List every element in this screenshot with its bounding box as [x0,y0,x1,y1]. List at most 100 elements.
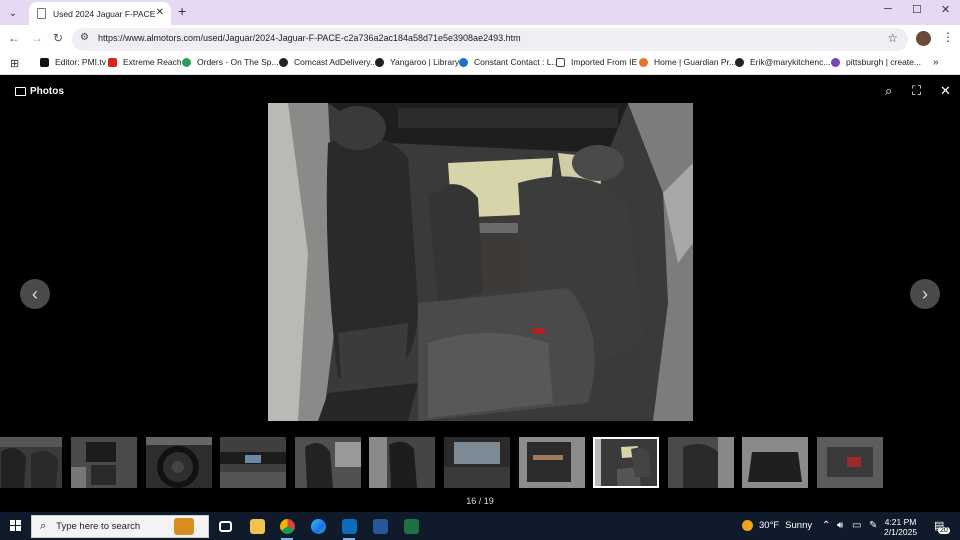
chrome-icon[interactable] [280,519,295,534]
bookmarks-overflow-icon[interactable]: » [933,57,939,68]
taskbar: ⌕ Type here to search 30°F Sunny ⌃ 🔊︎ ▭ … [0,512,960,540]
clock-date: 2/1/2025 [884,527,918,537]
bookmark-item[interactable]: Home | Guardian Pr... [639,57,736,67]
bookmark-favicon [375,57,384,67]
bookmark-item[interactable]: Constant Contact : L... [459,57,559,67]
bookmark-favicon [735,57,744,67]
bookmark-item[interactable]: Comcast AdDelivery... [279,57,377,67]
maximize-button[interactable]: ☐ [912,3,922,16]
bookmark-label: Editor: PMI.tv [55,57,107,67]
url-text[interactable]: https://www.almotors.com/used/Jaguar/202… [98,33,521,43]
address-bar[interactable]: ⚙ https://www.almotors.com/used/Jaguar/2… [72,28,908,51]
bookmark-item[interactable]: Extreme Reach [108,57,182,67]
thumbnail-cargo-cover[interactable] [817,437,883,488]
forward-button[interactable]: → [31,31,43,45]
weather-widget[interactable]: 30°F Sunny [742,520,812,531]
folder-icon [556,57,565,67]
thumbnail-cargo-area[interactable] [742,437,808,488]
main-photo[interactable] [268,103,693,421]
taskbar-search[interactable]: ⌕ Type here to search [31,515,209,538]
file-explorer-icon[interactable] [250,519,265,534]
bookmark-item[interactable]: Erik@marykitchenc... [735,57,830,67]
viewer-header: Photos [15,86,64,97]
bookmark-favicon [108,57,117,67]
weather-temp: 30°F [759,520,780,531]
bookmark-favicon [639,57,648,67]
chevron-down-icon[interactable]: ⌄ [4,4,22,22]
thumbnail-front-interior[interactable] [369,437,435,488]
volume-icon[interactable]: 🔊︎ [837,520,843,531]
screen: ⌄ Used 2024 Jaguar F-PACE For S ✕ + ─ ☐ … [0,0,960,540]
reload-button[interactable]: ↻ [53,31,63,45]
navigation-bar: ← → ↻ ⚙ https://www.almotors.com/used/Ja… [0,25,960,53]
apps-grid-icon[interactable]: ⊞ [10,57,19,70]
search-icon: ⌕ [40,520,47,532]
bookmark-folder[interactable]: Imported From IE [556,57,637,67]
word-icon[interactable] [373,519,388,534]
menu-button[interactable]: ⋮ [942,30,954,44]
photo-counter: 16 / 19 [466,496,494,506]
outlook-icon[interactable] [342,519,357,534]
site-info-icon[interactable]: ⚙ [80,32,89,43]
bookmark-label: pittsburgh | create... [846,57,921,67]
thumbnail-front-seats[interactable] [0,437,62,488]
bookmarks-bar: ⊞ Editor: PMI.tv Extreme Reach Orders - … [0,53,960,75]
thumbnail-driver-seat[interactable] [295,437,361,488]
photo-viewer: Photos ⌕ ⛶ ✕ ‹ › 16 / 19 [0,76,960,512]
thumbnail-rear-seat-side[interactable] [668,437,734,488]
tab-title: Used 2024 Jaguar F-PACE For S [53,8,157,19]
bookmark-favicon [40,57,49,67]
zoom-icon[interactable]: ⌕ [885,83,892,99]
bookmark-item[interactable]: Yangaroo | Library [375,57,459,67]
browser-tab[interactable]: Used 2024 Jaguar F-PACE For S ✕ [29,2,171,25]
thumbnail-center-console[interactable] [71,437,137,488]
bookmark-label: Extreme Reach [123,57,182,67]
bookmark-label: Erik@marykitchenc... [750,57,831,67]
tab-strip: ⌄ Used 2024 Jaguar F-PACE For S ✕ + ─ ☐ … [0,0,960,25]
bookmark-label: Home | Guardian Pr... [654,57,737,67]
new-tab-button[interactable]: + [178,3,186,19]
bookmark-favicon [182,57,191,67]
back-button[interactable]: ← [8,31,20,45]
bookmark-label: Constant Contact : L... [474,57,559,67]
thumbnail-steering-wheel[interactable] [146,437,212,488]
search-placeholder: Type here to search [56,521,141,532]
thumbnail-door-panel[interactable] [519,437,585,488]
system-clock[interactable]: 4:21 PM 2/1/2025 [884,517,917,537]
clock-time: 4:21 PM [884,517,917,527]
bookmark-label: Yangaroo | Library [390,57,460,67]
previous-photo-button[interactable]: ‹ [20,279,50,309]
thumbnail-rear-seat[interactable] [593,437,659,488]
page-icon [37,8,46,19]
bookmark-label: Orders - On The Sp... [197,57,279,67]
close-tab-icon[interactable]: ✕ [156,7,164,18]
minimize-button[interactable]: ─ [884,3,892,15]
pen-icon[interactable]: ✎ [869,520,877,531]
excel-icon[interactable] [404,519,419,534]
bookmark-label: Comcast AdDelivery... [294,57,377,67]
thumbnail-strip [0,437,960,489]
thumbnail-sunroof[interactable] [444,437,510,488]
windows-start-icon[interactable] [10,520,21,531]
bookmark-item[interactable]: Editor: PMI.tv [40,57,106,67]
bookmark-favicon [279,57,288,67]
notification-badge: 20 [938,527,950,534]
weather-condition: Sunny [785,520,813,531]
close-window-button[interactable]: ✕ [941,3,950,16]
bookmark-star-icon[interactable]: ☆ [887,31,898,45]
profile-avatar[interactable] [916,31,931,46]
display-icon[interactable]: ▭ [852,520,861,531]
task-view-icon[interactable] [219,521,232,532]
bookmark-item[interactable]: Orders - On The Sp... [182,57,279,67]
viewer-title: Photos [30,86,64,97]
fullscreen-icon[interactable]: ⛶ [912,83,921,99]
edge-icon[interactable] [311,519,326,534]
bookmark-label: Imported From IE [571,57,638,67]
close-viewer-icon[interactable]: ✕ [940,83,951,99]
thumbnail-dashboard[interactable] [220,437,286,488]
bookmark-item[interactable]: pittsburgh | create... [831,57,921,67]
bookmark-favicon [831,57,840,67]
sun-icon [742,520,753,531]
show-hidden-icons-icon[interactable]: ⌃ [822,520,830,531]
next-photo-button[interactable]: › [910,279,940,309]
